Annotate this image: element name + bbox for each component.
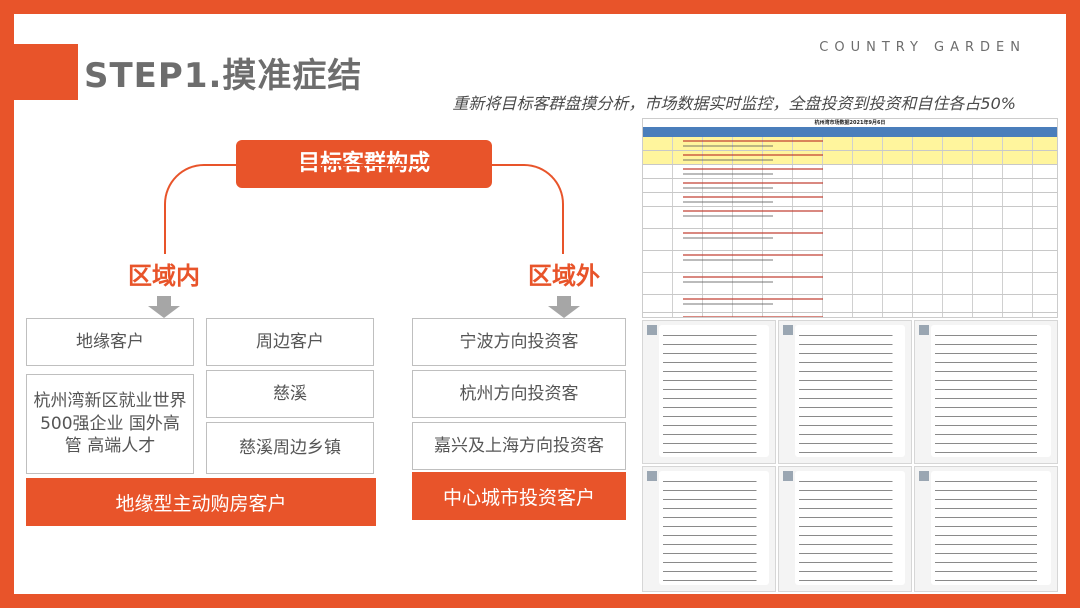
chat-screenshot-image xyxy=(914,466,1058,592)
box-hangzhou-investors: 杭州方向投资客 xyxy=(412,370,626,418)
summary-local-buyers: 地缘型主动购房客户 xyxy=(26,478,376,526)
sheet-row xyxy=(643,207,1057,229)
box-local-customers: 地缘客户 xyxy=(26,318,194,366)
sheet-row xyxy=(643,295,1057,313)
chat-screenshot-image xyxy=(642,320,776,464)
market-data-sheet-image: 杭州湾市场数据2021年9月6日 xyxy=(642,118,1058,318)
box-new-district-employees: 杭州湾新区就业世界500强企业 国外高管 高端人才 xyxy=(26,374,194,474)
region-inside-label: 区域内 xyxy=(128,262,200,290)
box-jiaxing-shanghai-investors: 嘉兴及上海方向投资客 xyxy=(412,422,626,470)
sheet-row xyxy=(643,273,1057,295)
chat-screenshot-image xyxy=(778,466,912,592)
title-accent-bar xyxy=(14,44,78,100)
brand-wordmark: COUNTRY GARDEN xyxy=(819,40,1026,55)
summary-city-investors: 中心城市投资客户 xyxy=(412,472,626,520)
box-cixi: 慈溪 xyxy=(206,370,374,418)
chat-screenshot-image xyxy=(778,320,912,464)
slide: STEP1.摸准症结 COUNTRY GARDEN 重新将目标客群盘摸分析，市场… xyxy=(14,14,1066,594)
sheet-row xyxy=(643,251,1057,273)
box-nearby-customers: 周边客户 xyxy=(206,318,374,366)
sheet-row xyxy=(643,179,1057,193)
sheet-row xyxy=(643,165,1057,179)
sheet-row xyxy=(643,151,1057,165)
sheet-title: 杭州湾市场数据2021年9月6日 xyxy=(814,120,886,126)
sheet-row xyxy=(643,313,1057,317)
sheet-row xyxy=(643,193,1057,207)
sheet-header-row xyxy=(643,127,1057,137)
tree-connector xyxy=(164,164,564,254)
sheet-row xyxy=(643,137,1057,151)
chat-screenshot-image xyxy=(914,320,1058,464)
sheet-row xyxy=(643,229,1057,251)
page-title: STEP1.摸准症结 xyxy=(84,56,363,96)
box-ningbo-investors: 宁波方向投资客 xyxy=(412,318,626,366)
chat-screenshot-image xyxy=(642,466,776,592)
region-outside-label: 区域外 xyxy=(528,262,600,290)
box-cixi-towns: 慈溪周边乡镇 xyxy=(206,422,374,474)
page-subtitle: 重新将目标客群盘摸分析，市场数据实时监控，全盘投资到投资和自住各占50% xyxy=(452,94,1016,113)
